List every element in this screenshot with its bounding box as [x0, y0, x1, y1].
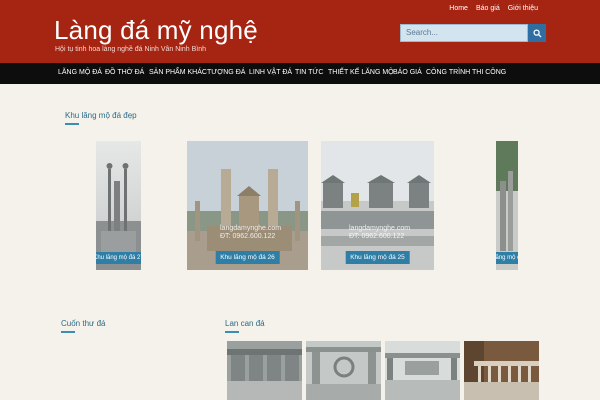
top-link-bao-gia[interactable]: Báo giá: [476, 5, 500, 12]
nav-item-do-tho-da[interactable]: Đồ thờ đá: [105, 69, 144, 76]
watermark-site: langdamynghe.com: [349, 225, 411, 232]
nav-item-tuong-da[interactable]: Tượng đá: [207, 69, 245, 76]
slide-caption[interactable]: Khu lăng mộ đá 27: [96, 252, 141, 264]
lan-can-thumbnail[interactable]: [385, 341, 460, 400]
carousel-slide[interactable]: langdamynghe.com ĐT: 0962.600.122 Khu lă…: [321, 141, 434, 270]
nav-item-thiet-ke-lang-mo[interactable]: Thiết kế lăng mộ: [328, 69, 394, 76]
thumbnail-image: [385, 341, 460, 400]
lan-can-section-title[interactable]: Lan can đá: [225, 319, 265, 328]
lan-can-thumbnail[interactable]: [464, 341, 539, 400]
lan-can-thumbnail[interactable]: [306, 341, 381, 400]
slide-caption[interactable]: Khu lăng mộ đá 26: [215, 251, 280, 264]
thumbnail-image: [306, 341, 381, 400]
nav-item-lang-mo-da[interactable]: Lăng mộ đá: [58, 69, 102, 76]
carousel-slide[interactable]: langdamynghe.com ĐT: 0962.600.122 Khu lă…: [187, 141, 308, 270]
slide-caption[interactable]: Khu lăng mộ đá 24: [496, 252, 518, 264]
title-underline: [225, 331, 239, 333]
search-button[interactable]: [528, 24, 546, 42]
cuon-thu-section-title[interactable]: Cuốn thư đá: [61, 319, 106, 328]
site-header: Làng đá mỹ nghệ Hội tụ tinh hoa làng ngh…: [0, 0, 600, 63]
carousel-slide[interactable]: Khu lăng mộ đá 27: [96, 141, 141, 270]
main-nav: Lăng mộ đá Đồ thờ đá Sản phẩm khác Tượng…: [0, 63, 600, 84]
search-input[interactable]: Search...: [400, 24, 528, 42]
nav-item-bao-gia[interactable]: Báo giá: [393, 69, 422, 76]
carousel-section-title[interactable]: Khu lăng mộ đá đẹp: [65, 111, 137, 120]
nav-item-linh-vat-da[interactable]: Linh vật đá: [249, 69, 292, 76]
title-underline: [61, 331, 75, 333]
slide-image: [496, 141, 518, 270]
site-title[interactable]: Làng đá mỹ nghệ: [54, 15, 258, 46]
top-link-gioi-thieu[interactable]: Giới thiệu: [508, 5, 538, 12]
watermark-phone: ĐT: 0962.600.122: [349, 233, 405, 240]
watermark-phone: ĐT: 0962.600.122: [220, 233, 276, 240]
thumbnail-image: [464, 341, 539, 400]
thumbnail-image: [227, 341, 302, 400]
nav-item-tin-tuc[interactable]: Tin tức: [295, 69, 323, 76]
search-icon: [532, 28, 542, 38]
nav-item-san-pham-khac[interactable]: Sản phẩm khác: [149, 69, 207, 76]
lan-can-thumbnail[interactable]: [227, 341, 302, 400]
carousel-slide[interactable]: Khu lăng mộ đá 24: [496, 141, 518, 270]
top-links: Home Báo giá Giới thiệu: [449, 5, 538, 12]
site-tagline: Hội tụ tinh hoa làng nghề đá Ninh Vân Ni…: [55, 46, 206, 53]
watermark-site: langdamynghe.com: [220, 225, 282, 232]
slide-image: [96, 163, 141, 270]
title-underline: [65, 123, 79, 125]
slide-caption[interactable]: Khu lăng mộ đá 25: [345, 251, 410, 264]
nav-item-cong-trinh-thi-cong[interactable]: Công trình thi công: [426, 69, 506, 76]
top-link-home[interactable]: Home: [449, 5, 468, 12]
